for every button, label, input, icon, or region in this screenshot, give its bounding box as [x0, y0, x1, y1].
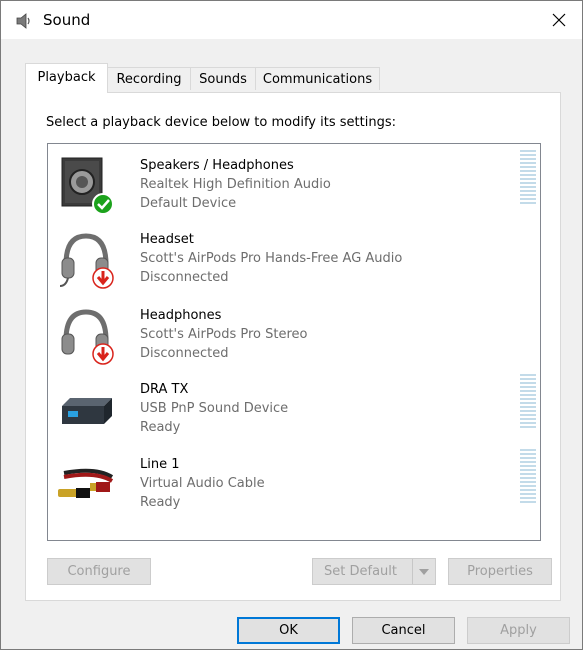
set-default-label: Set Default [324, 564, 397, 579]
speaker-app-icon [16, 13, 30, 29]
device-name: Headphones [140, 308, 222, 323]
volume-meter [520, 449, 536, 507]
device-list[interactable]: Speakers / Headphones Realtek High Defin… [47, 143, 541, 541]
tab-communications[interactable]: Communications [255, 67, 380, 90]
device-item-speakers[interactable]: Speakers / Headphones Realtek High Defin… [48, 146, 540, 216]
volume-meter [520, 150, 536, 208]
device-item-headphones[interactable]: Headphones Scott's AirPods Pro Stereo Di… [48, 296, 540, 366]
configure-button[interactable]: Configure [47, 558, 151, 585]
close-icon [552, 13, 566, 27]
ok-button[interactable]: OK [237, 617, 340, 644]
instruction-text: Select a playback device below to modify… [46, 115, 396, 130]
set-default-button[interactable]: Set Default [312, 558, 436, 585]
headset-disconnected-icon [59, 233, 114, 289]
device-status: Default Device [140, 196, 237, 211]
device-name: Line 1 [140, 457, 180, 472]
tab-recording[interactable]: Recording [107, 67, 191, 90]
device-status: Ready [140, 420, 181, 435]
device-description: USB PnP Sound Device [140, 401, 289, 416]
device-status: Disconnected [140, 346, 229, 361]
cancel-button[interactable]: Cancel [352, 617, 455, 644]
device-status: Ready [140, 495, 181, 510]
speaker-default-icon [61, 157, 114, 215]
device-name: Headset [140, 232, 194, 247]
device-item-headset[interactable]: Headset Scott's AirPods Pro Hands-Free A… [48, 220, 540, 290]
device-name: Speakers / Headphones [140, 158, 294, 173]
audio-cable-icon [58, 468, 114, 498]
device-item-dra-tx[interactable]: DRA TX USB PnP Sound Device Ready [48, 370, 540, 440]
device-status: Disconnected [140, 270, 229, 285]
device-name: DRA TX [140, 382, 189, 397]
headphones-disconnected-icon [61, 309, 114, 365]
properties-button[interactable]: Properties [448, 558, 552, 585]
volume-meter [520, 374, 536, 432]
playback-panel: Select a playback device below to modify… [25, 92, 561, 601]
tab-playback[interactable]: Playback [25, 63, 108, 93]
sound-dialog: Sound Playback Recording Sounds Communic… [0, 0, 583, 650]
device-item-line-1[interactable]: Line 1 Virtual Audio Cable Ready [48, 445, 540, 515]
title-bar: Sound [1, 1, 582, 39]
device-description: Virtual Audio Cable [140, 476, 265, 491]
usb-sound-device-icon [62, 398, 112, 424]
set-default-dropdown[interactable] [412, 559, 435, 584]
apply-button[interactable]: Apply [467, 617, 570, 644]
device-description: Scott's AirPods Pro Stereo [140, 327, 308, 342]
tab-sounds[interactable]: Sounds [190, 67, 256, 90]
chevron-down-icon [419, 568, 429, 575]
device-description: Scott's AirPods Pro Hands-Free AG Audio [140, 251, 403, 266]
device-description: Realtek High Definition Audio [140, 177, 331, 192]
window-title: Sound [43, 11, 91, 29]
close-button[interactable] [536, 1, 582, 39]
